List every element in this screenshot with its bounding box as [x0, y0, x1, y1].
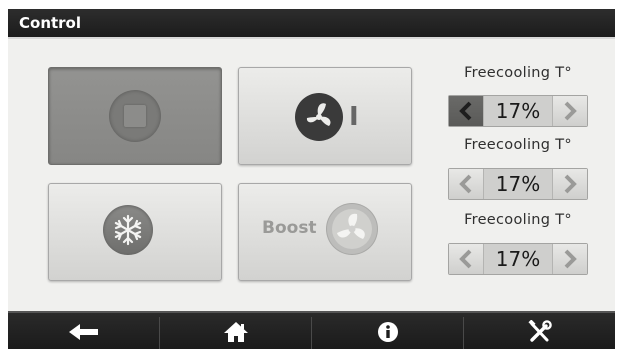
tools-icon	[527, 320, 552, 342]
stepper-value: 17%	[484, 169, 552, 199]
back-button[interactable]	[8, 313, 159, 349]
stepper-value: 17%	[484, 244, 552, 274]
stop-button[interactable]	[48, 67, 222, 165]
increase-button[interactable]	[552, 244, 587, 274]
chevron-right-icon	[564, 101, 577, 121]
setting-label: Freecooling T°	[464, 65, 572, 81]
fan-icon	[327, 204, 377, 254]
boost-button[interactable]: Boost	[238, 183, 412, 281]
freecooling-stepper[interactable]: 17%	[448, 168, 588, 200]
home-icon	[223, 322, 248, 342]
cooling-button[interactable]	[48, 183, 222, 281]
stepper-value: 17%	[484, 96, 552, 126]
decrease-button[interactable]	[449, 169, 484, 199]
decrease-button[interactable]	[449, 96, 484, 126]
boost-label: Boost	[262, 218, 317, 238]
chevron-right-icon	[564, 249, 577, 269]
freecooling-stepper[interactable]: 17%	[448, 95, 588, 127]
bottom-navbar	[8, 311, 615, 349]
snowflake-icon	[103, 205, 153, 255]
increase-button[interactable]	[552, 169, 587, 199]
settings-button[interactable]	[464, 313, 615, 349]
home-button[interactable]	[160, 313, 311, 349]
decrease-button[interactable]	[449, 244, 484, 274]
setting-label: Freecooling T°	[464, 137, 572, 153]
fan-speed-indicator: I	[349, 102, 359, 132]
info-icon	[377, 322, 398, 342]
stop-icon	[109, 90, 161, 142]
increase-button[interactable]	[552, 96, 587, 126]
fan-icon	[295, 93, 343, 141]
page-title: Control	[8, 9, 615, 39]
fan-speed-button[interactable]: I	[238, 67, 412, 165]
setting-label: Freecooling T°	[464, 212, 572, 228]
info-button[interactable]	[312, 313, 463, 349]
freecooling-stepper[interactable]: 17%	[448, 243, 588, 275]
chevron-left-icon	[459, 249, 472, 269]
chevron-left-icon	[459, 101, 472, 121]
chevron-left-icon	[459, 174, 472, 194]
back-arrow-icon	[68, 324, 98, 340]
chevron-right-icon	[564, 174, 577, 194]
control-screen: Control I Boost Freecooling T° 17% Freec…	[8, 9, 615, 349]
